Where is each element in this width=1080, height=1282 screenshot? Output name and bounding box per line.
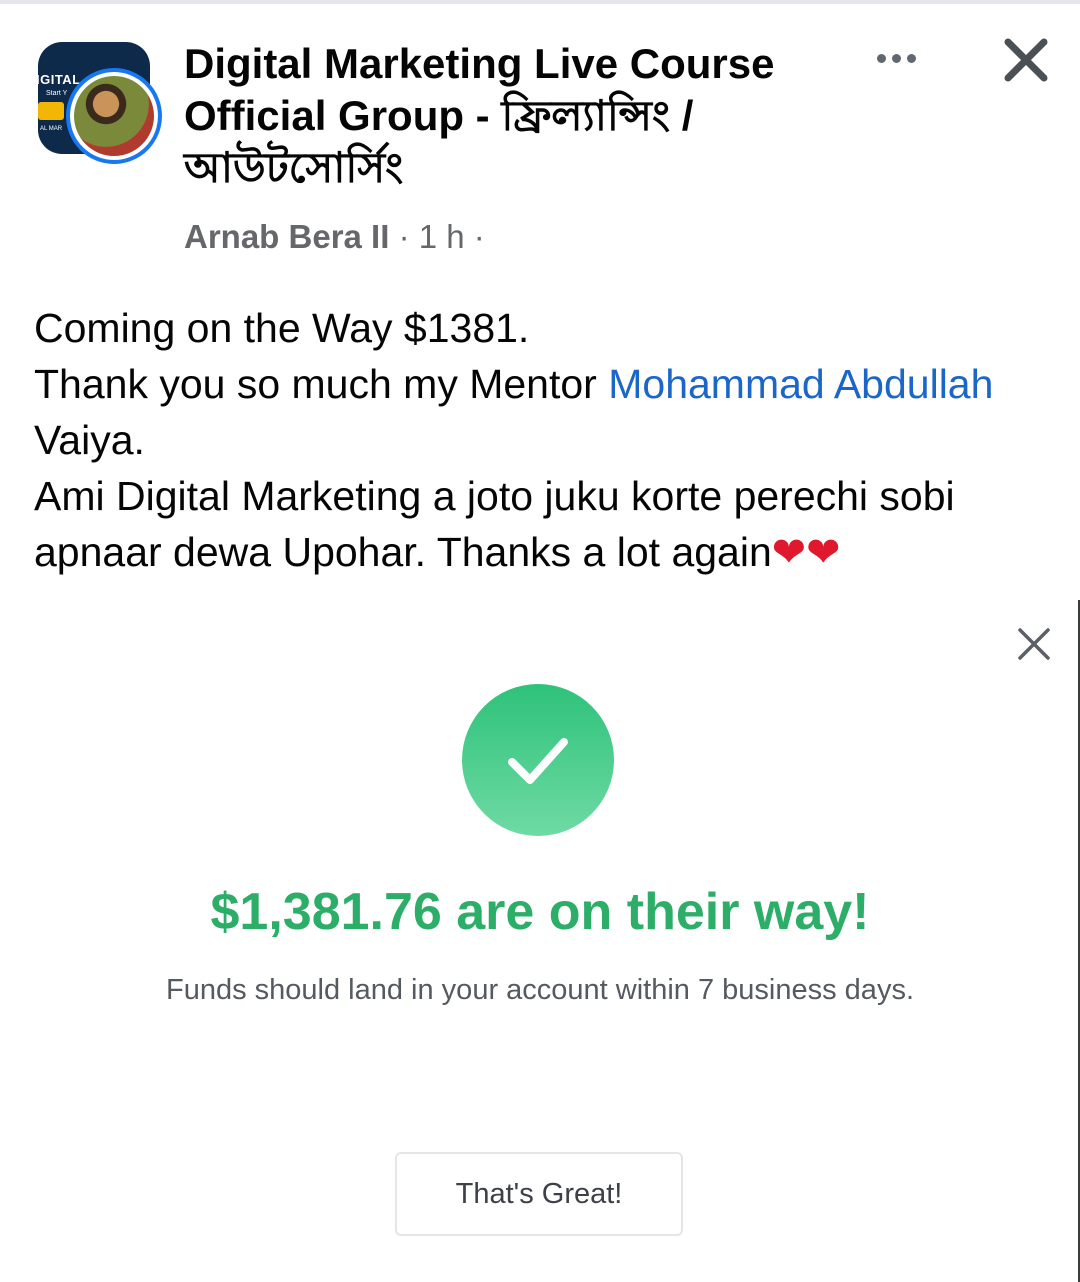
group-logo-bottom-text: AL MAR xyxy=(40,126,63,132)
post-meta: Arnab Bera II · 1 h · xyxy=(184,218,485,256)
thats-great-button: That's Great! xyxy=(395,1152,683,1236)
more-dot-icon xyxy=(876,53,886,63)
post-time[interactable]: 1 h xyxy=(419,218,465,255)
shared-screenshot[interactable]: $1,381.76 are on their way! Funds should… xyxy=(0,600,1080,1282)
author-photo xyxy=(74,76,154,156)
post-line-2: Thank you so much my Mentor Mohammad Abd… xyxy=(34,356,1064,468)
heart-emoji-icon: ❤❤ xyxy=(771,529,841,575)
more-options-button[interactable] xyxy=(866,40,926,76)
checkmark-icon xyxy=(508,738,568,784)
more-dot-icon xyxy=(906,53,916,63)
mention-link[interactable]: Mohammad Abdullah xyxy=(608,361,993,407)
success-subtitle: Funds should land in your account within… xyxy=(166,974,914,1006)
group-logo-mark xyxy=(38,102,64,120)
post-line-1: Coming on the Way $1381. xyxy=(34,305,530,351)
meta-separator: · xyxy=(473,218,485,255)
post-line-2-prefix: Thank you so much my Mentor xyxy=(34,361,609,407)
author-name[interactable]: Arnab Bera II xyxy=(184,218,389,255)
post-header: IGITAL Start Y AL MAR Digital Marketing … xyxy=(0,0,1080,280)
close-icon xyxy=(1018,628,1050,660)
success-badge xyxy=(462,684,614,836)
post-line-3: Ami Digital Marketing a joto juku korte … xyxy=(34,468,1064,580)
close-icon xyxy=(1004,38,1048,82)
group-title[interactable]: Digital Marketing Live Course Official G… xyxy=(184,38,824,194)
modal-close-button xyxy=(1010,620,1058,668)
close-post-button[interactable] xyxy=(996,30,1056,90)
meta-separator: · xyxy=(398,218,419,255)
group-logo-subtext: Start Y xyxy=(46,90,68,97)
group-logo-text: IGITAL xyxy=(38,72,81,87)
post-text: Coming on the Way $1381. Thank you so mu… xyxy=(34,300,1064,580)
post-line-2-suffix: Vaiya. xyxy=(34,417,145,463)
success-amount-title: $1,381.76 are on their way! xyxy=(210,883,870,941)
author-avatar[interactable] xyxy=(66,68,162,164)
more-dot-icon xyxy=(891,53,901,63)
